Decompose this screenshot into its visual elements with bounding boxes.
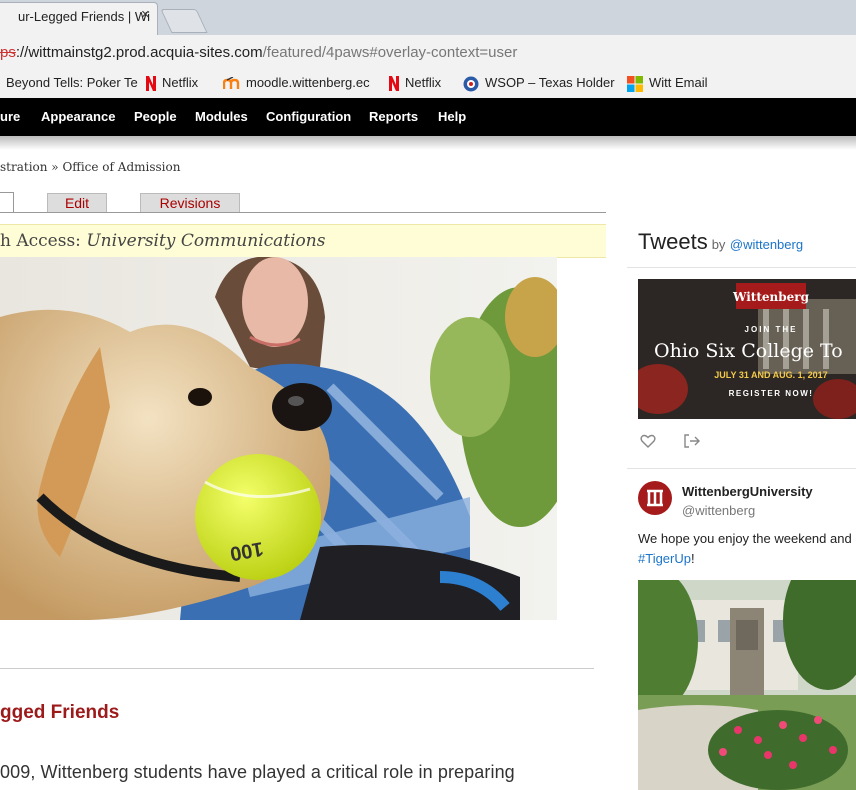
hero-image: 100	[0, 257, 557, 620]
bookmark-item[interactable]: Netflix	[146, 75, 198, 92]
admin-toolbar	[0, 98, 856, 136]
url-text[interactable]: ps://wittmainstg2.prod.acquia-sites.com/…	[0, 44, 517, 61]
story-title: gged Friends	[0, 702, 120, 723]
svg-text:JOIN THE: JOIN THE	[745, 325, 798, 334]
card-headline: Ohio Six College To	[654, 340, 843, 362]
access-text: h Access: University Communications	[0, 231, 326, 251]
tweet-author-handle[interactable]: @wittenberg	[682, 503, 755, 518]
menu-appearance[interactable]: Appearance	[41, 109, 115, 124]
bookmark-item[interactable]: moodle.wittenberg.ec	[223, 75, 370, 90]
divider	[627, 468, 856, 469]
url-protocol: ps	[0, 44, 16, 61]
netflix-icon	[146, 76, 156, 92]
menu-help[interactable]: Help	[438, 109, 466, 124]
tabs-divider	[0, 212, 606, 213]
divider	[627, 267, 856, 268]
close-icon[interactable]: ×	[141, 6, 150, 23]
card-logo: Wittenberg	[732, 290, 810, 304]
moodle-icon	[223, 77, 240, 90]
bookmark-item[interactable]: Beyond Tells: Poker Te	[6, 75, 138, 90]
netflix-icon	[389, 76, 399, 92]
menu-structure[interactable]: ure	[0, 109, 20, 124]
svg-text:REGISTER NOW!: REGISTER NOW!	[729, 389, 814, 398]
avatar[interactable]	[638, 481, 672, 515]
windows-icon	[627, 75, 643, 92]
story-body: 009, Wittenberg students have played a c…	[0, 762, 515, 782]
svg-text:JULY 31 AND AUG. 1, 2017: JULY 31 AND AUG. 1, 2017	[714, 370, 827, 380]
menu-reports[interactable]: Reports	[369, 109, 418, 124]
tweets-header: Tweets by @wittenberg	[638, 229, 804, 254]
bookmark-item[interactable]: WSOP – Texas Holder	[463, 75, 615, 92]
bookmark-item[interactable]: Witt Email	[627, 75, 708, 92]
tweet-text: We hope you enjoy the weekend and #TigerU…	[638, 531, 852, 566]
menu-configuration[interactable]: Configuration	[266, 109, 351, 124]
menu-people[interactable]: People	[134, 109, 177, 124]
url-path: /featured/4paws#overlay-context=user	[262, 44, 518, 61]
tweet-author-name[interactable]: WittenbergUniversity	[682, 484, 813, 499]
dog-photo: 100	[0, 257, 557, 620]
breadcrumb: stration » Office of Admission	[0, 160, 181, 174]
menu-modules[interactable]: Modules	[195, 109, 248, 124]
tweet-photo[interactable]	[638, 580, 856, 790]
hashtag-link[interactable]: #TigerUp	[638, 551, 691, 566]
tweet-card-image[interactable]: Wittenberg JOIN THE Ohio Six College To …	[638, 279, 856, 419]
tab-view[interactable]	[0, 192, 14, 213]
tab-revisions[interactable]: Revisions	[140, 193, 240, 212]
tab-edit[interactable]: Edit	[47, 193, 107, 212]
like-heart-icon[interactable]	[640, 433, 656, 449]
content-divider	[0, 668, 594, 669]
url-host: ://wittmainstg2.prod.acquia-sites.com	[15, 44, 263, 61]
wittenberg-logo-icon	[647, 489, 663, 507]
toolbar-shadow	[0, 136, 856, 150]
access-group: University Communications	[86, 231, 326, 251]
browser-tab-title: ur-Legged Friends | Wi	[18, 9, 150, 24]
bookmark-item[interactable]: Netflix	[389, 75, 441, 92]
poker-chip-icon	[463, 76, 479, 92]
share-icon[interactable]	[683, 433, 700, 449]
twitter-handle-link[interactable]: @wittenberg	[730, 237, 803, 252]
